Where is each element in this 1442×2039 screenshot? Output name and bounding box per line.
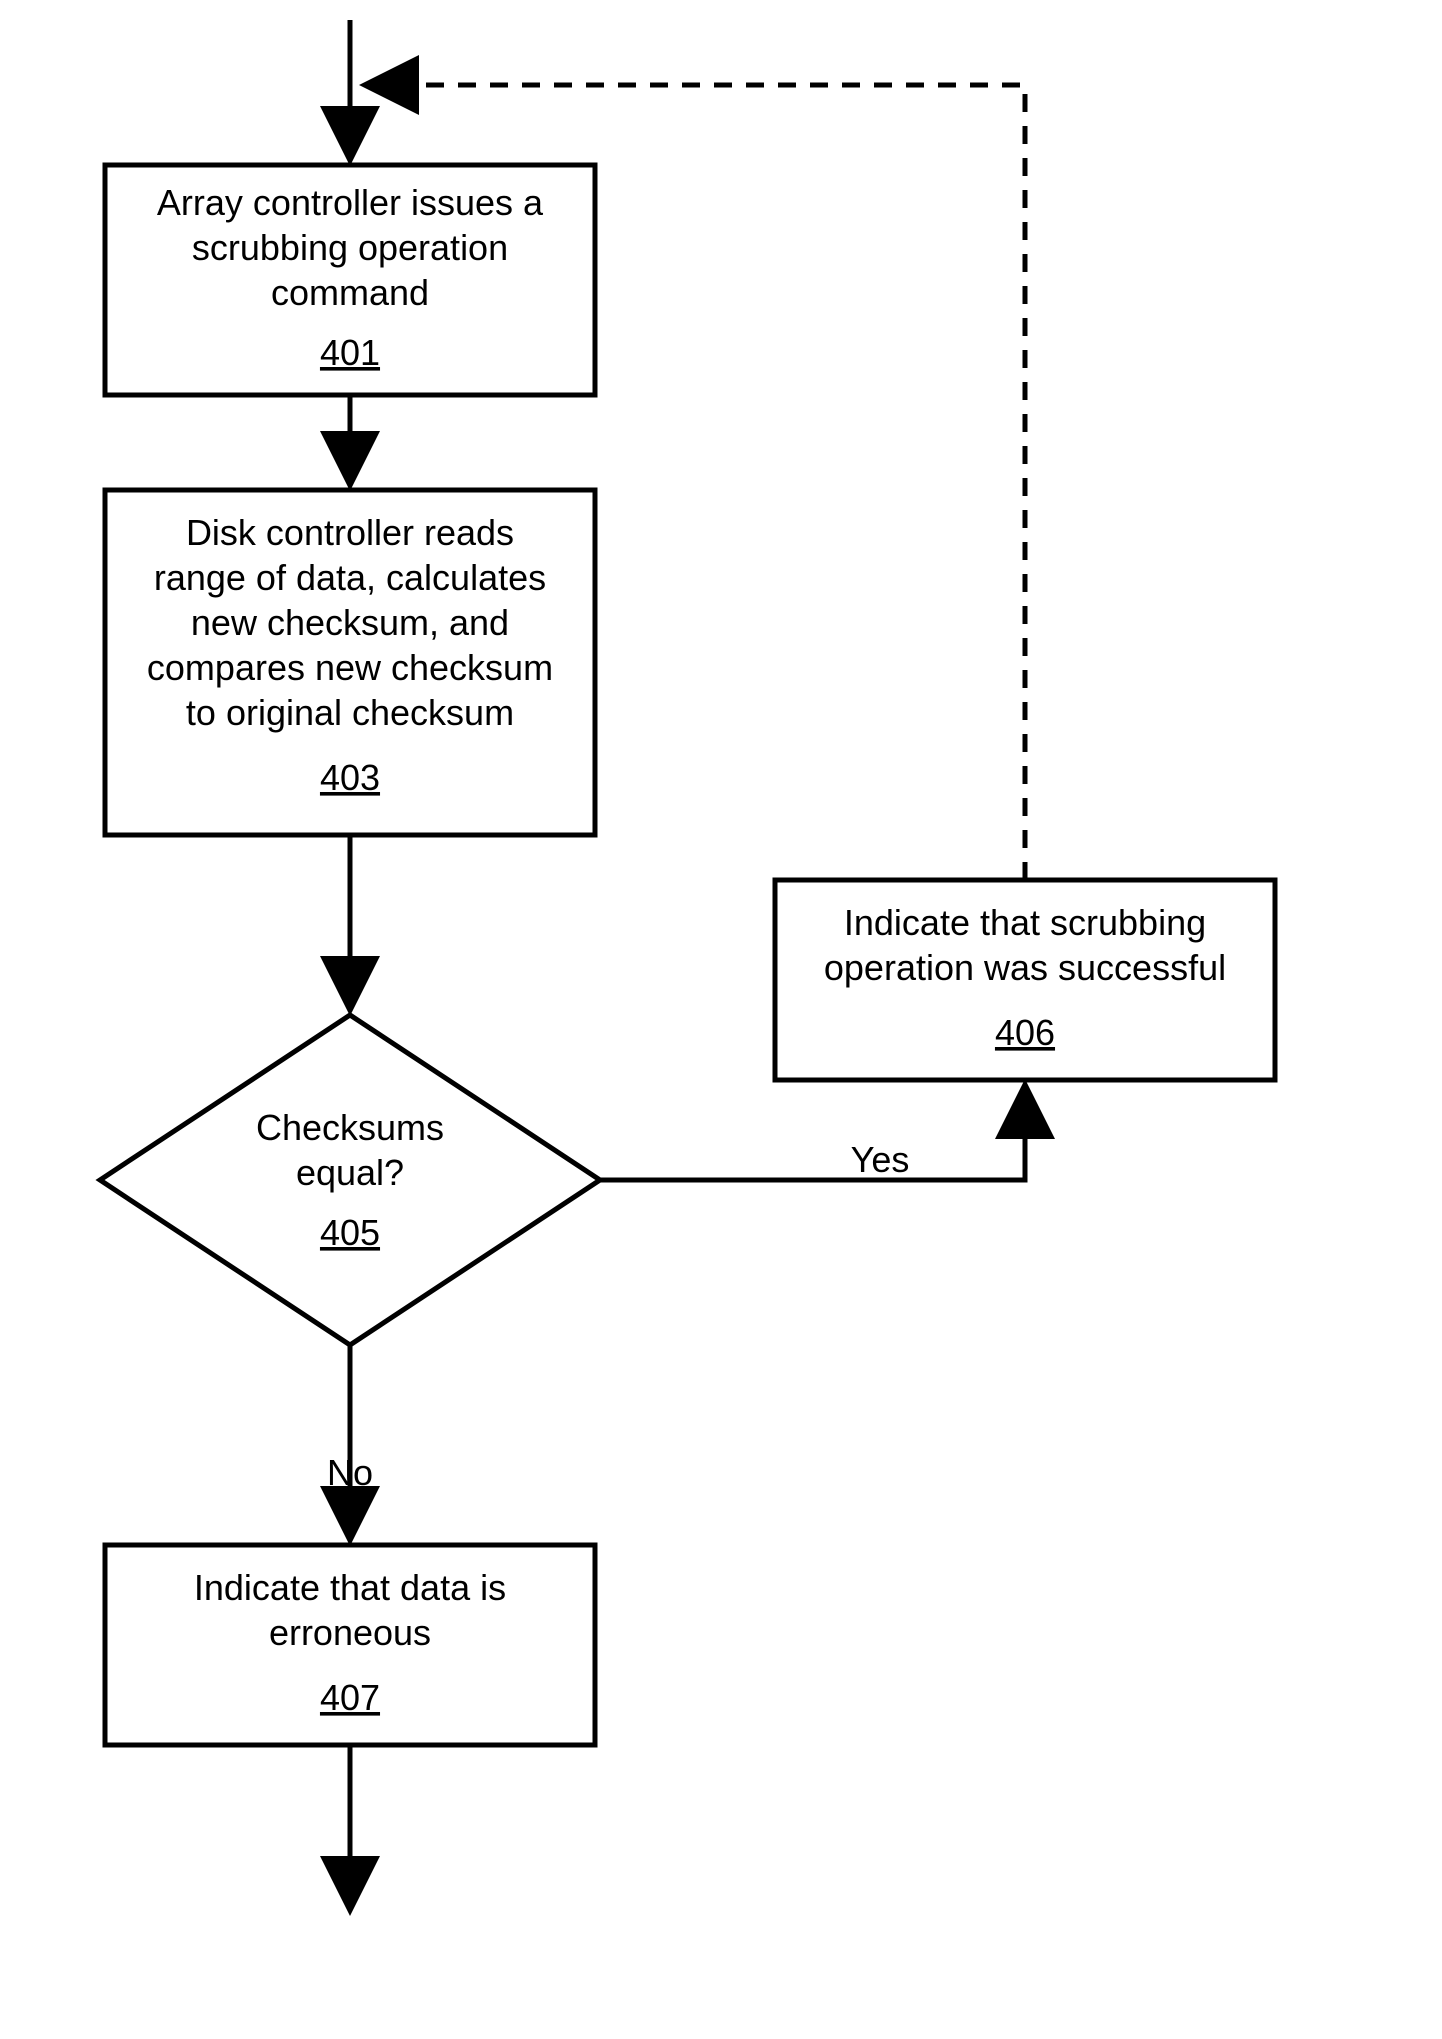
box-403-line3: new checksum, and bbox=[191, 602, 509, 643]
box-406-line2: operation was successful bbox=[824, 947, 1226, 988]
process-box-401: Array controller issues a scrubbing oper… bbox=[105, 165, 595, 395]
process-box-406: Indicate that scrubbing operation was su… bbox=[775, 880, 1275, 1080]
flowchart: Array controller issues a scrubbing oper… bbox=[0, 0, 1442, 2039]
dec-405-ref: 405 bbox=[320, 1212, 380, 1253]
box-403-line2: range of data, calculates bbox=[154, 557, 546, 598]
box-403-ref: 403 bbox=[320, 757, 380, 798]
arrow-yes-to-406 bbox=[600, 1085, 1025, 1180]
dec-405-line2: equal? bbox=[296, 1152, 404, 1193]
box-407-ref: 407 bbox=[320, 1677, 380, 1718]
box-407-line1: Indicate that data is bbox=[194, 1567, 506, 1608]
box-401-ref: 401 bbox=[320, 332, 380, 373]
box-401-line1: Array controller issues a bbox=[157, 182, 544, 223]
box-401-line2: scrubbing operation bbox=[192, 227, 508, 268]
box-403-line4: compares new checksum bbox=[147, 647, 553, 688]
box-403-line5: to original checksum bbox=[186, 692, 514, 733]
label-no: No bbox=[327, 1452, 373, 1493]
box-403-line1: Disk controller reads bbox=[186, 512, 514, 553]
box-406-line1: Indicate that scrubbing bbox=[844, 902, 1206, 943]
box-407-line2: erroneous bbox=[269, 1612, 431, 1653]
label-yes: Yes bbox=[851, 1139, 910, 1180]
box-406-ref: 406 bbox=[995, 1012, 1055, 1053]
box-401-line3: command bbox=[271, 272, 429, 313]
dec-405-line1: Checksums bbox=[256, 1107, 444, 1148]
decision-405: Checksums equal? 405 bbox=[100, 1015, 600, 1345]
process-box-403: Disk controller reads range of data, cal… bbox=[105, 490, 595, 835]
process-box-407: Indicate that data is erroneous 407 bbox=[105, 1545, 595, 1745]
